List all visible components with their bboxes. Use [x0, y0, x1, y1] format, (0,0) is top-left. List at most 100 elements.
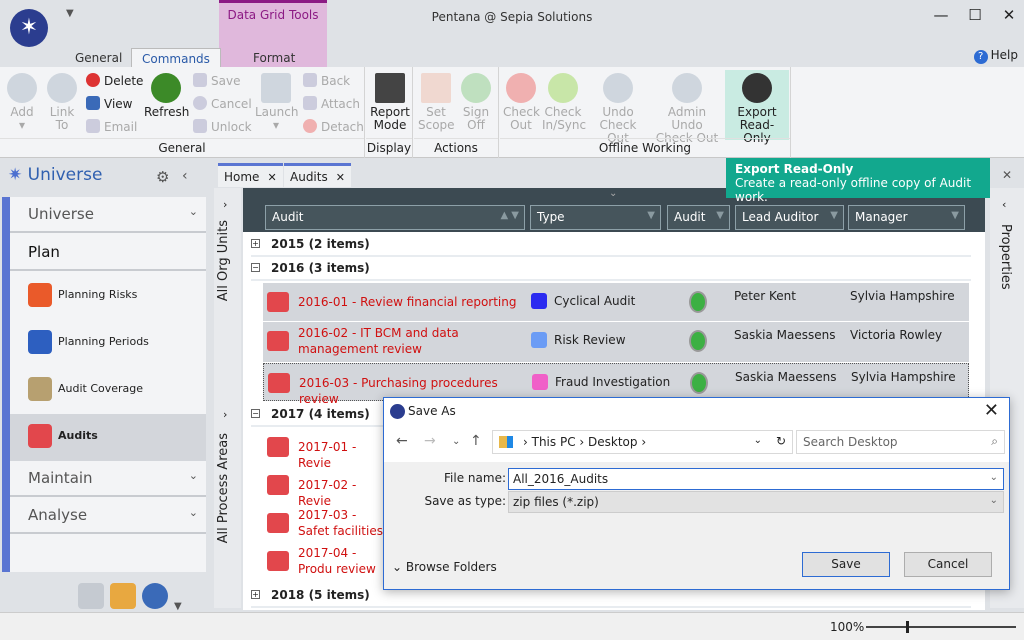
expand-icon[interactable]: +: [251, 590, 260, 599]
collapse-icon[interactable]: −: [251, 263, 260, 272]
back-arrow-icon[interactable]: ←: [396, 433, 408, 449]
delete-button[interactable]: Delete: [86, 71, 143, 91]
check-out-button[interactable]: Check Out: [502, 73, 540, 132]
search-input[interactable]: Search Desktop ⌕: [796, 430, 1005, 454]
close-icon[interactable]: ✕: [267, 171, 276, 184]
maximize-button[interactable]: ☐: [960, 6, 990, 24]
section-maintain[interactable]: Maintain ⌄: [10, 461, 206, 497]
breadcrumb-this-pc[interactable]: This PC: [532, 435, 576, 449]
section-universe[interactable]: Universe ⌄: [10, 197, 206, 233]
sidebar-item-planning-periods[interactable]: Planning Periods: [10, 320, 206, 367]
tab-commands[interactable]: Commands: [131, 48, 221, 68]
table-row[interactable]: 2016-03 - Purchasing procedures review F…: [263, 363, 969, 406]
tab-audits[interactable]: Audits ✕: [284, 163, 351, 187]
minimize-button[interactable]: —: [926, 6, 956, 24]
filter-icon[interactable]: ▼: [830, 210, 838, 221]
tab-format[interactable]: Format: [243, 48, 305, 68]
group-row-2015[interactable]: +2015 (2 items): [251, 233, 971, 257]
expand-icon[interactable]: ‹: [1002, 198, 1006, 211]
chevron-down-icon[interactable]: ⌄: [990, 472, 998, 483]
expand-icon[interactable]: ›: [223, 408, 227, 421]
cancel-ribbon-button[interactable]: Cancel: [193, 94, 252, 114]
detach-button[interactable]: Detach: [303, 117, 364, 137]
chevron-down-icon[interactable]: ⌄: [754, 435, 762, 446]
file-name-input[interactable]: All_2016_Audits ⌄: [508, 468, 1004, 490]
column-audit-status[interactable]: Audit ▼: [667, 205, 730, 230]
sidebar-item-planning-risks[interactable]: Planning Risks: [10, 273, 206, 320]
breadcrumb-desktop[interactable]: Desktop: [588, 435, 638, 449]
more-dropdown-icon[interactable]: ▼: [174, 601, 182, 612]
expand-icon[interactable]: ›: [223, 198, 227, 211]
user-icon[interactable]: [142, 583, 168, 609]
filter-icon[interactable]: ▼: [951, 210, 959, 221]
section-plan[interactable]: Plan: [10, 235, 206, 271]
back-button[interactable]: Back: [303, 71, 350, 91]
table-row[interactable]: 2016-02 - IT BCM and data management rev…: [263, 322, 969, 362]
filter-icon[interactable]: ▼: [716, 210, 724, 221]
table-row[interactable]: 2016-01 - Review financial reporting Cyc…: [263, 283, 969, 321]
browse-folders-toggle[interactable]: ⌄ Browse Folders: [392, 560, 497, 574]
refresh-button[interactable]: Refresh: [144, 73, 189, 119]
admin-undo-button[interactable]: Admin Undo Check Out: [652, 73, 722, 145]
properties-tab[interactable]: Properties: [998, 224, 1013, 290]
audit-title[interactable]: 2017-04 - Produ review: [298, 545, 383, 577]
gear-icon[interactable]: ⚙: [156, 168, 169, 186]
calendar-icon[interactable]: [110, 583, 136, 609]
refresh-icon[interactable]: ↻: [776, 434, 786, 448]
org-units-filter[interactable]: All Org Units: [216, 220, 231, 301]
tab-home[interactable]: Home ✕: [218, 163, 283, 187]
unlock-button[interactable]: Unlock: [193, 117, 252, 137]
forward-arrow-icon[interactable]: →: [424, 433, 436, 449]
cancel-button[interactable]: Cancel: [904, 552, 992, 577]
close-icon[interactable]: ✕: [1002, 168, 1012, 182]
save-button[interactable]: Save: [802, 552, 890, 577]
link-to-button[interactable]: Link To: [46, 73, 78, 132]
filter-icon[interactable]: ▼: [647, 210, 655, 221]
section-analyse[interactable]: Analyse ⌄: [10, 498, 206, 534]
column-lead-auditor[interactable]: Lead Auditor ▼: [735, 205, 844, 230]
recent-dropdown-icon[interactable]: ⌄: [452, 436, 460, 447]
email-button[interactable]: Email: [86, 117, 137, 137]
undo-check-out-button[interactable]: Undo Check Out: [588, 73, 648, 145]
zoom-slider[interactable]: [866, 621, 1016, 633]
close-dialog-button[interactable]: ✕: [984, 400, 999, 421]
close-icon[interactable]: ✕: [336, 171, 345, 184]
column-label: Manager: [855, 210, 908, 224]
process-areas-filter[interactable]: All Process Areas: [216, 433, 231, 543]
briefcase-icon: [268, 373, 290, 393]
group-row-2016[interactable]: − 2016 (3 items): [251, 257, 971, 281]
address-bar[interactable]: › This PC › Desktop › ⌄ ↻: [492, 430, 793, 454]
audit-title[interactable]: 2016-02 - IT BCM and data management rev…: [298, 325, 528, 357]
item-label: Audit Coverage: [58, 382, 144, 395]
view-button[interactable]: View: [86, 94, 132, 114]
add-button[interactable]: Add ▾: [6, 73, 38, 132]
save-ribbon-button[interactable]: Save: [193, 71, 240, 91]
audit-title[interactable]: 2016-01 - Review financial reporting: [298, 294, 528, 310]
sidebar-item-audit-coverage[interactable]: Audit Coverage: [10, 367, 206, 414]
sign-off-button[interactable]: Sign Off: [458, 73, 494, 132]
collapse-icon[interactable]: −: [251, 409, 260, 418]
column-manager[interactable]: Manager ▼: [848, 205, 965, 230]
close-window-button[interactable]: ✕: [994, 6, 1024, 24]
check-in-button[interactable]: Check In/Sync: [542, 73, 586, 132]
export-read-only-button[interactable]: Export Read-Only: [725, 70, 789, 145]
chevron-down-icon[interactable]: ⌄: [609, 188, 617, 199]
tab-general[interactable]: General: [65, 48, 132, 68]
column-type[interactable]: Type ▼: [530, 205, 661, 230]
sort-filter-icon[interactable]: ▲ ▼: [500, 210, 519, 221]
column-audit[interactable]: Audit ▲ ▼: [265, 205, 525, 230]
report-mode-button[interactable]: Report Mode: [368, 73, 412, 132]
up-arrow-icon[interactable]: ↑: [470, 433, 482, 449]
universe-icon[interactable]: [78, 583, 104, 609]
sidebar-item-audits[interactable]: Audits: [10, 414, 206, 461]
help-label: Help: [990, 48, 1018, 62]
audit-title[interactable]: 2017-03 - Safet facilities: [298, 507, 383, 539]
expand-icon[interactable]: +: [251, 239, 260, 248]
collapse-panel-icon[interactable]: ‹: [182, 168, 188, 184]
save-as-type-select[interactable]: zip files (*.zip) ⌄: [508, 491, 1004, 513]
launch-button[interactable]: Launch ▾: [255, 73, 298, 132]
set-scope-button[interactable]: Set Scope: [416, 73, 456, 132]
zoom-slider-thumb[interactable]: [906, 621, 909, 633]
attach-button[interactable]: Attach: [303, 94, 360, 114]
help-button[interactable]: ? Help: [973, 48, 1018, 64]
